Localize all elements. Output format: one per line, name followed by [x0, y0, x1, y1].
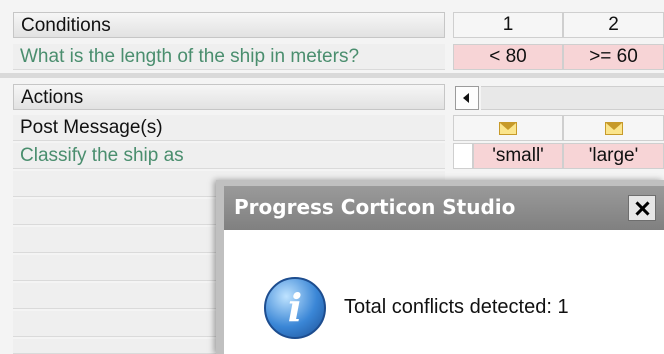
condition-cell-1[interactable]: < 80 [453, 44, 563, 70]
conditions-header: Conditions [13, 12, 445, 38]
condition-column-1-header[interactable]: 1 [453, 12, 563, 38]
message-dialog: Progress Corticon Studio i Total conflic… [216, 180, 664, 354]
action-cell-1[interactable]: 'small' [473, 143, 563, 169]
envelope-icon [604, 122, 623, 135]
action-cell-2[interactable]: 'large' [563, 143, 664, 169]
dialog-title: Progress Corticon Studio [234, 195, 516, 219]
condition-cell-2[interactable]: >= 60 [563, 44, 664, 70]
condition-question[interactable]: What is the length of the ship in meters… [13, 44, 445, 70]
section-divider [0, 73, 664, 78]
post-message-cell-2[interactable] [563, 115, 664, 141]
dialog-body: i Total conflicts detected: 1 [224, 230, 664, 354]
actions-header: Actions [13, 84, 445, 110]
dialog-message: Total conflicts detected: 1 [344, 296, 569, 318]
scroll-left-button[interactable] [455, 86, 479, 110]
info-icon: i [264, 277, 326, 339]
classify-row[interactable]: Classify the ship as [13, 143, 445, 169]
classify-row-selector[interactable] [453, 143, 473, 169]
post-message-row[interactable]: Post Message(s) [13, 115, 445, 141]
close-icon[interactable] [628, 195, 656, 221]
dialog-title-bar[interactable]: Progress Corticon Studio [224, 186, 664, 230]
post-message-cell-1[interactable] [453, 115, 563, 141]
envelope-icon [499, 122, 517, 135]
condition-column-2-header[interactable]: 2 [563, 12, 664, 38]
horizontal-scrollbar[interactable] [481, 86, 664, 110]
